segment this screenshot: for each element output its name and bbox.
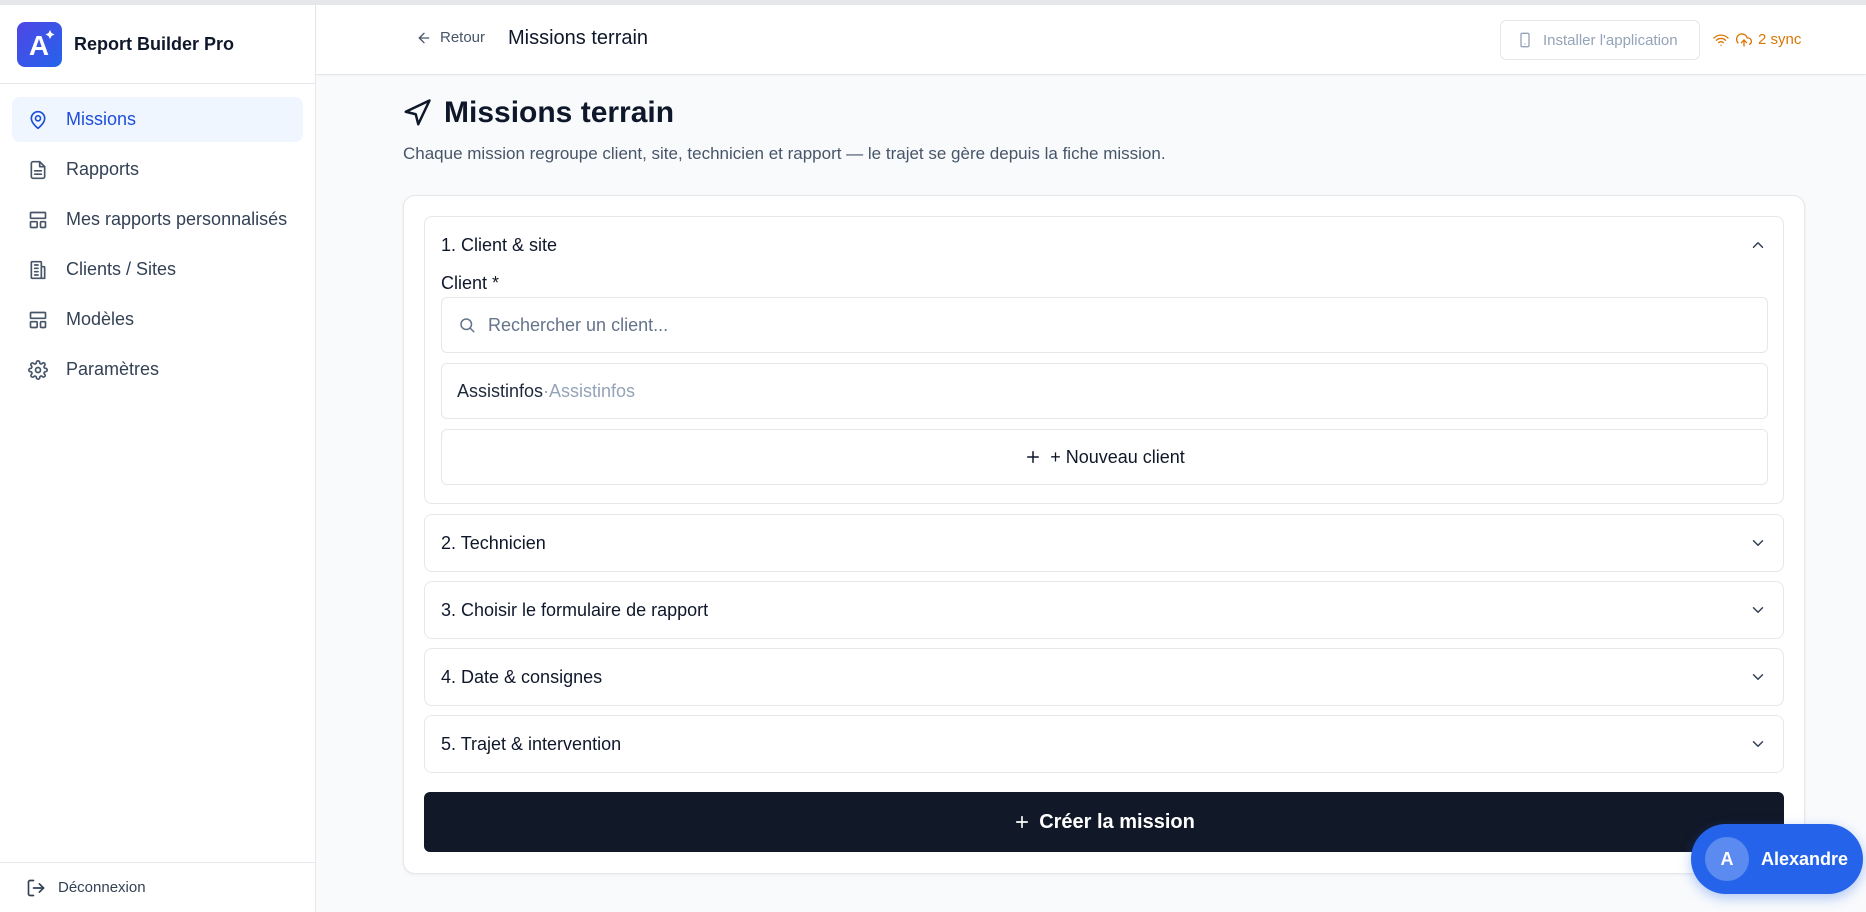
section-header-report-form[interactable]: 3. Choisir le formulaire de rapport: [425, 582, 1783, 638]
create-mission-button[interactable]: Créer la mission: [424, 792, 1784, 852]
sidebar-item-missions[interactable]: Missions: [12, 97, 303, 142]
file-text-icon: [28, 160, 48, 180]
section-header-date-instructions[interactable]: 4. Date & consignes: [425, 649, 1783, 705]
new-client-button[interactable]: + Nouveau client: [441, 429, 1768, 485]
user-name: Alexandre: [1761, 848, 1849, 869]
section-title: 5. Trajet & intervention: [441, 733, 622, 754]
sync-status[interactable]: 2 sync: [1712, 31, 1801, 48]
page-title-text: Missions terrain: [444, 96, 675, 129]
section-report-form[interactable]: 3. Choisir le formulaire de rapport: [424, 581, 1784, 639]
top-header: Retour Missions terrain Installer l'appl…: [316, 5, 1866, 75]
smartphone-icon: [1517, 31, 1533, 49]
layout-icon: [28, 210, 48, 230]
gear-icon: [28, 359, 48, 380]
sidebar-item-label: Missions: [66, 109, 137, 129]
app-logo: A: [17, 21, 62, 67]
sidebar-item-custom-reports[interactable]: Mes rapports personnalisés: [12, 197, 303, 242]
sidebar-item-clients-sites[interactable]: Clients / Sites: [12, 247, 303, 292]
section-date-instructions[interactable]: 4. Date & consignes: [424, 648, 1784, 706]
sidebar-item-label: Mes rapports personnalisés: [66, 209, 288, 229]
cloud-upload-icon: [1735, 32, 1753, 48]
create-mission-label: Créer la mission: [1039, 810, 1195, 833]
logout-label: Déconnexion: [58, 879, 146, 896]
section-client-site: 1. Client & site Client * Assistinfos · …: [424, 216, 1784, 504]
sidebar-item-label: Modèles: [66, 309, 135, 329]
page-title: Missions terrain: [402, 96, 674, 130]
logout-icon: [26, 878, 46, 898]
chevron-down-icon: [1749, 601, 1767, 619]
client-option-name: Assistinfos: [457, 380, 544, 401]
section-title: 4. Date & consignes: [441, 666, 603, 687]
section-title: 1. Client & site: [441, 234, 558, 255]
sidebar-item-label: Clients / Sites: [66, 259, 177, 279]
sidebar-item-rapports[interactable]: Rapports: [12, 147, 303, 192]
building-icon: [28, 260, 48, 280]
section-technicien[interactable]: 2. Technicien: [424, 514, 1784, 572]
search-icon: [458, 316, 476, 334]
avatar: A: [1705, 837, 1749, 881]
chevron-down-icon: [1749, 668, 1767, 686]
install-app-label: Installer l'application: [1543, 31, 1678, 49]
section-title: 3. Choisir le formulaire de rapport: [441, 599, 709, 620]
chevron-down-icon: [1749, 735, 1767, 753]
page-subtitle: Chaque mission regroupe client, site, te…: [403, 144, 1166, 163]
plus-icon: [1013, 813, 1031, 831]
sidebar: A Report Builder Pro Missions Rapports M…: [0, 5, 316, 912]
section-header-client-site[interactable]: 1. Client & site: [425, 217, 1783, 273]
header-title: Missions terrain: [508, 27, 649, 49]
chevron-down-icon: [1749, 534, 1767, 552]
navigation-icon: [402, 98, 432, 128]
plus-icon: [1024, 448, 1042, 466]
app-name: Report Builder Pro: [74, 33, 235, 54]
new-client-label: + Nouveau client: [1050, 446, 1185, 467]
client-search-input[interactable]: [488, 314, 1738, 336]
chevron-up-icon: [1749, 236, 1767, 254]
map-pin-icon: [28, 110, 48, 130]
section-route-intervention[interactable]: 5. Trajet & intervention: [424, 715, 1784, 773]
user-menu-button[interactable]: A Alexandre: [1691, 824, 1863, 894]
back-button[interactable]: Retour: [416, 29, 485, 46]
sync-label: 2 sync: [1758, 31, 1802, 48]
section-title: 2. Technicien: [441, 532, 546, 553]
client-field-label: Client *: [441, 273, 500, 293]
client-option-site: Assistinfos: [549, 380, 636, 401]
client-option-row[interactable]: Assistinfos · Assistinfos: [441, 363, 1768, 419]
section-header-technicien[interactable]: 2. Technicien: [425, 515, 1783, 571]
wifi-icon: [1712, 32, 1730, 48]
sidebar-item-parametres[interactable]: Paramètres: [12, 347, 303, 392]
sidebar-item-label: Paramètres: [66, 359, 160, 379]
arrow-left-icon: [416, 30, 432, 46]
sidebar-nav: Missions Rapports Mes rapports personnal…: [0, 84, 315, 392]
section-header-route-intervention[interactable]: 5. Trajet & intervention: [425, 716, 1783, 772]
logout-button[interactable]: Déconnexion: [0, 862, 316, 912]
back-label: Retour: [440, 29, 486, 46]
mission-form-card: 1. Client & site Client * Assistinfos · …: [403, 195, 1805, 874]
sidebar-item-label: Rapports: [66, 159, 140, 179]
install-app-button[interactable]: Installer l'application: [1500, 20, 1700, 60]
sidebar-item-modeles[interactable]: Modèles: [12, 297, 303, 342]
brand[interactable]: A Report Builder Pro: [0, 5, 315, 84]
template-icon: [28, 310, 48, 330]
client-search-box: [441, 297, 1768, 353]
